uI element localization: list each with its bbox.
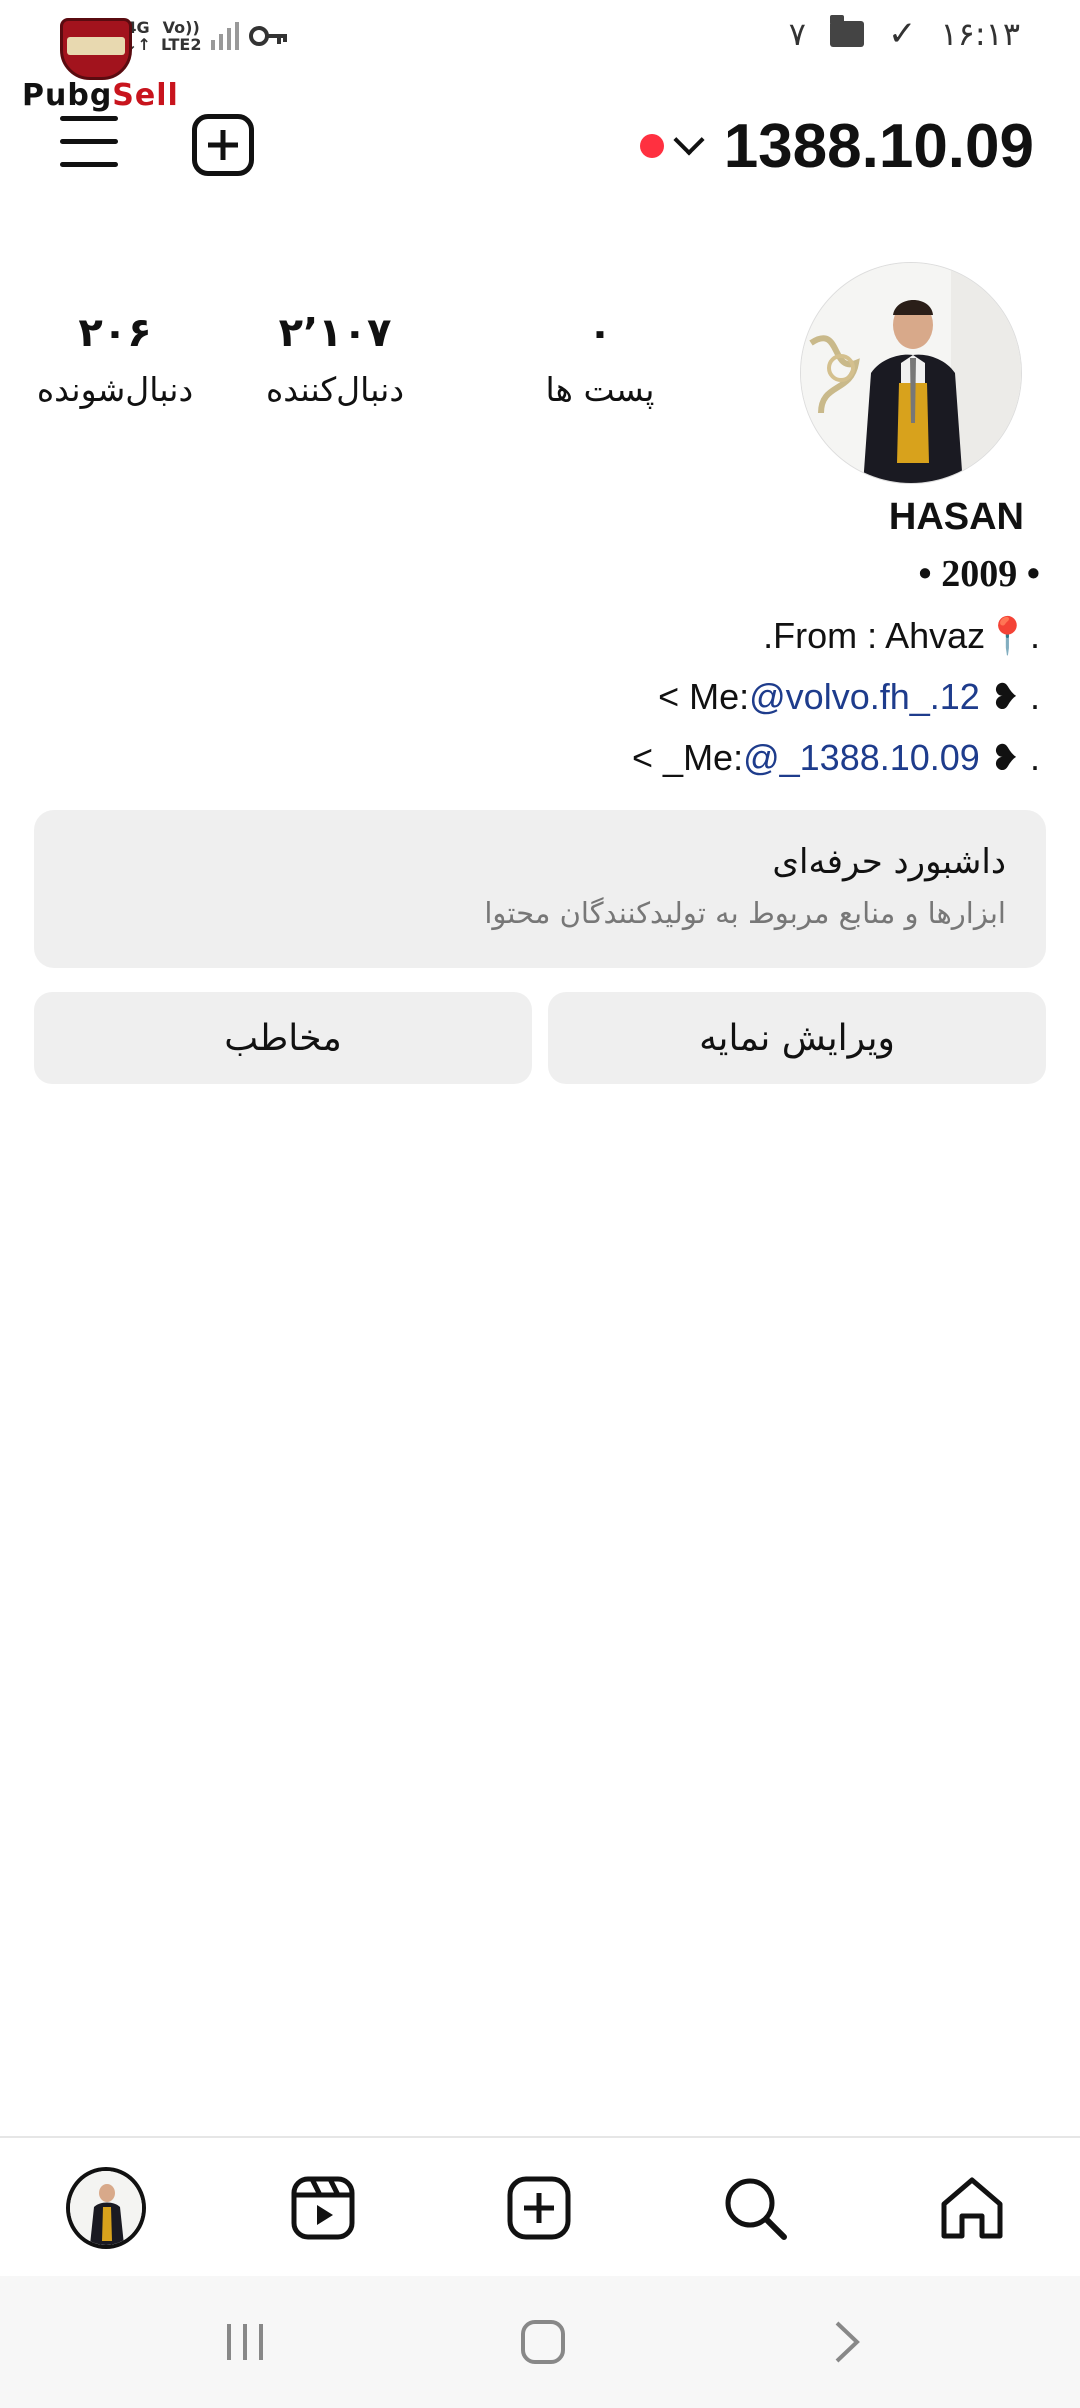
stat-following[interactable]: ۲۰۶ دنبال‌شونده — [5, 310, 225, 409]
stat-posts-count: ۰ — [587, 310, 613, 356]
stat-followers-label: دنبال‌کننده — [265, 370, 405, 409]
dashboard-subtitle: ابزارها و منابع مربوط به تولیدکنندگان مح… — [484, 896, 1006, 930]
profile-stats: ۰ پست ها ۲٬۱۰۷ دنبال‌کننده ۲۰۶ دنبال‌شون… — [37, 310, 710, 440]
recent-apps-icon[interactable] — [220, 2316, 270, 2368]
signal-icon-2 — [211, 22, 240, 50]
stat-following-count: ۲۰۶ — [78, 310, 152, 356]
bio-link-username[interactable]: @_1388.10.09 — [743, 737, 980, 778]
create-icon[interactable] — [499, 2168, 579, 2248]
stat-followers[interactable]: ۲٬۱۰۷ دنبال‌کننده — [225, 310, 445, 409]
bio-year: • 2009 • — [918, 553, 1040, 595]
nav-profile[interactable] — [66, 2167, 146, 2249]
profile-bio: HASAN • 2009 • .From : Ahvaz📍. < Me:@vol… — [140, 490, 1040, 788]
bio-link-volvo[interactable]: @volvo.fh_.12 — [749, 676, 980, 717]
home-icon[interactable] — [932, 2168, 1012, 2248]
contact-button[interactable]: مخاطب — [34, 992, 532, 1084]
dashboard-title: داشبورد حرفه‌ای — [772, 842, 1006, 882]
profile-actions: ویرایش نمایه مخاطب — [34, 992, 1046, 1084]
edit-profile-button[interactable]: ویرایش نمایه — [548, 992, 1046, 1084]
bio-me-line: < Me:@volvo.fh_.12 ❥ . — [658, 676, 1040, 717]
account-switcher[interactable]: 1388.10.09 — [639, 106, 1034, 186]
stat-posts-label: پست ها — [545, 370, 655, 409]
reels-icon[interactable] — [283, 2168, 363, 2248]
professional-dashboard[interactable]: داشبورد حرفه‌ای ابزارها و منابع مربوط به… — [34, 810, 1046, 968]
bio-from: .From : Ahvaz📍. — [763, 615, 1040, 656]
add-post-icon[interactable] — [192, 114, 254, 176]
clock: ۱۶:۱۳ — [940, 15, 1020, 53]
stat-followers-count: ۲٬۱۰۷ — [278, 310, 392, 356]
chevron-down-icon — [673, 124, 705, 156]
telegram-icon: ✓ — [887, 14, 917, 54]
back-icon[interactable] — [822, 2316, 872, 2368]
logo-shield-icon — [60, 18, 132, 80]
avatar-photo — [801, 263, 1021, 483]
folder-icon — [829, 15, 864, 47]
home-button-icon[interactable] — [518, 2316, 568, 2368]
profile-name: HASAN — [888, 496, 1024, 538]
bottom-nav — [0, 2136, 1080, 2276]
nav-avatar — [66, 2167, 146, 2249]
profile-avatar[interactable] — [800, 262, 1022, 484]
username: 1388.10.09 — [723, 111, 1034, 181]
status-number: ۷ — [788, 15, 806, 53]
key-icon — [249, 26, 288, 46]
stat-posts[interactable]: ۰ پست ها — [490, 310, 710, 409]
notification-dot — [639, 134, 664, 158]
top-bar: 1388.10.09 — [0, 100, 1080, 190]
stat-following-label: دنبال‌شونده — [36, 370, 194, 409]
search-icon[interactable] — [715, 2168, 795, 2248]
menu-icon[interactable] — [60, 116, 118, 170]
bio-me2-line: < _Me:@_1388.10.09 ❥ . — [632, 737, 1040, 778]
status-right: ۷ ✓ ۱۶:۱۳ — [789, 12, 1020, 56]
system-nav-bar — [0, 2276, 1080, 2408]
